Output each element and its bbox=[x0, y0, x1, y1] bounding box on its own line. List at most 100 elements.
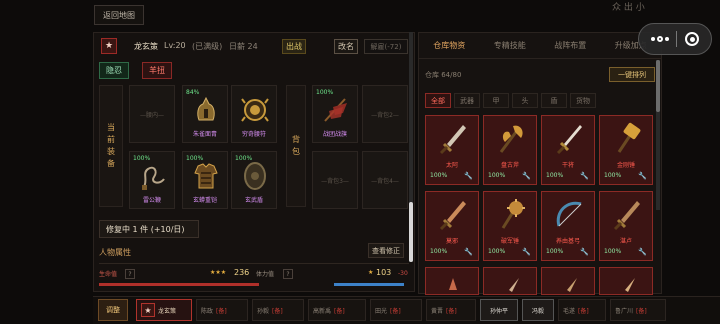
warehouse-item[interactable]: 破军锤 100% 🔧 bbox=[483, 191, 537, 261]
hero-header: ★ 龙玄策 Lv:20 (已满级) 日薪 24 出战 改名 解雇(-72) bbox=[94, 33, 414, 59]
roster-hero[interactable]: 陈政 [备] bbox=[196, 299, 248, 321]
wrench-icon[interactable]: 🔧 bbox=[464, 172, 473, 180]
equip-label-char: 当 bbox=[107, 123, 115, 132]
bow-icon bbox=[556, 201, 582, 227]
equip-slot-weapon[interactable]: 100% 雷公鞭 bbox=[129, 151, 175, 209]
stamina-bar bbox=[334, 283, 404, 286]
warehouse-panel: 仓库物资 专精技能 战阵布置 升级加点 仓库 64/80 一键排列 全部 武器 … bbox=[418, 32, 662, 295]
equip-label-char: 装 bbox=[107, 147, 115, 156]
roster-hero[interactable]: 田光 [备] bbox=[370, 299, 422, 321]
auto-sort-button[interactable]: 一键排列 bbox=[609, 67, 655, 82]
warehouse-tabs: 仓库物资 专精技能 战阵布置 升级加点 bbox=[419, 33, 661, 59]
reserve-tag: [备] bbox=[272, 307, 283, 315]
roster-hero[interactable]: 孙仲平 bbox=[480, 299, 518, 321]
rename-button[interactable]: 改名 bbox=[334, 39, 358, 54]
trait-hide-tag[interactable]: 隐忍 bbox=[99, 62, 129, 79]
roster-hero[interactable]: 冯毅 bbox=[522, 299, 554, 321]
item-name: 莫邪 bbox=[445, 238, 458, 245]
attributes-title: 人物属性 bbox=[99, 248, 131, 257]
roster-hero[interactable]: 高新禹 [备] bbox=[308, 299, 366, 321]
scroll-thumb[interactable] bbox=[656, 60, 660, 112]
sword-icon bbox=[439, 125, 466, 155]
axe-icon bbox=[499, 125, 523, 153]
roster-hero[interactable]: 鲁广川 [备] bbox=[610, 299, 666, 321]
filter-weapon[interactable]: 武器 bbox=[454, 93, 480, 108]
warehouse-item[interactable]: 湛卢 100% 🔧 bbox=[599, 191, 653, 261]
warehouse-item[interactable]: 太阿 100% 🔧 bbox=[425, 115, 479, 185]
stamina-modifier: -30 bbox=[398, 270, 408, 277]
roster-hero-name: 黄晋 bbox=[431, 307, 444, 315]
warehouse-item[interactable]: 盘古斧 100% 🔧 bbox=[483, 115, 537, 185]
wrench-icon[interactable]: 🔧 bbox=[522, 248, 531, 256]
warehouse-item[interactable]: 干将 100% 🔧 bbox=[541, 115, 595, 185]
hp-label: 生命值 bbox=[99, 271, 118, 278]
warehouse-item[interactable] bbox=[599, 267, 653, 295]
equip-slot-helmet[interactable]: 84% 朱雀面胄 bbox=[182, 85, 228, 143]
warehouse-item[interactable]: 金刚锤 100% 🔧 bbox=[599, 115, 653, 185]
tab-warehouse[interactable]: 仓库物资 bbox=[419, 33, 480, 58]
roster-hero[interactable]: 毛遂 [备] bbox=[558, 299, 606, 321]
filter-armor[interactable]: 甲 bbox=[483, 93, 509, 108]
warehouse-item[interactable]: 莫邪 100% 🔧 bbox=[425, 191, 479, 261]
scroll-thumb[interactable] bbox=[409, 202, 413, 262]
more-icon[interactable] bbox=[650, 36, 669, 42]
item-name: 玄武盾 bbox=[244, 197, 263, 204]
wrench-icon[interactable]: 🔧 bbox=[638, 248, 647, 256]
dismiss-button[interactable]: 解雇(-72) bbox=[364, 39, 408, 54]
equip-slot-shield[interactable]: 100% 玄武盾 bbox=[231, 151, 277, 209]
filter-goods[interactable]: 货物 bbox=[570, 93, 596, 108]
wrench-icon[interactable]: 🔧 bbox=[464, 248, 473, 256]
wrench-icon[interactable]: 🔧 bbox=[580, 172, 589, 180]
roster-hero[interactable]: ★ 龙玄策 bbox=[136, 299, 192, 321]
filter-all[interactable]: 全部 bbox=[425, 93, 451, 108]
pack-label-char: 背 bbox=[292, 135, 300, 144]
left-scrollbar[interactable] bbox=[409, 32, 413, 262]
roster-hero[interactable]: 孙毅 [备] bbox=[252, 299, 304, 321]
helmet-icon bbox=[197, 96, 215, 121]
hero-name: 龙玄策 bbox=[134, 42, 158, 51]
filter-head[interactable]: 头 bbox=[512, 93, 538, 108]
repair-status[interactable]: 修复中 1 件 (+10/日) bbox=[99, 220, 199, 238]
item-name: 玄蟒重铠 bbox=[192, 197, 217, 204]
pack-slot-4[interactable]: —背包4— bbox=[362, 151, 408, 209]
warehouse-item[interactable]: 养由基弓 100% 🔧 bbox=[541, 191, 595, 261]
trait-bind-tag[interactable]: 羊扭 bbox=[142, 62, 172, 79]
stamina-value: 103 bbox=[376, 268, 392, 277]
warehouse-item[interactable] bbox=[425, 267, 479, 295]
close-miniprogram-icon[interactable] bbox=[685, 32, 700, 46]
item-name: 养由基弓 bbox=[555, 238, 580, 245]
wrench-icon[interactable]: 🔧 bbox=[638, 172, 647, 180]
adjust-button[interactable]: 调整 bbox=[98, 299, 128, 321]
warehouse-item[interactable] bbox=[483, 267, 537, 295]
hp-bar bbox=[99, 283, 259, 286]
tab-skills[interactable]: 专精技能 bbox=[480, 33, 541, 58]
roster-hero[interactable]: 黄晋 [备] bbox=[426, 299, 476, 321]
pack-slot-2[interactable]: —背包2— bbox=[362, 85, 408, 143]
war-banner-icon bbox=[324, 98, 347, 122]
equip-slot-waist[interactable]: —腰内— bbox=[129, 85, 175, 143]
item-name: 朱雀面胄 bbox=[192, 131, 217, 138]
durability: 100% bbox=[430, 172, 448, 179]
wrench-icon[interactable]: 🔧 bbox=[522, 172, 531, 180]
sortie-button[interactable]: 出战 bbox=[282, 39, 306, 54]
pack-slot-3[interactable]: —背包3— bbox=[312, 151, 358, 209]
stamina-help-icon[interactable]: ? bbox=[283, 269, 293, 279]
hero-salary: 日薪 24 bbox=[229, 42, 258, 51]
durability: 100% bbox=[604, 248, 622, 255]
wrench-icon[interactable]: 🔧 bbox=[580, 248, 589, 256]
equip-slot-talisman[interactable]: 穷奇腰符 bbox=[231, 85, 277, 143]
roster-hero-name: 冯毅 bbox=[531, 307, 544, 315]
pack-slot-1[interactable]: 100% 战团战旗 bbox=[312, 85, 358, 143]
tab-formation[interactable]: 战阵布置 bbox=[540, 33, 601, 58]
equip-slot-armor[interactable]: 100% 玄蟒重铠 bbox=[182, 151, 228, 209]
equip-label-char: 前 bbox=[107, 135, 115, 144]
divider bbox=[99, 263, 409, 264]
right-scrollbar[interactable] bbox=[656, 60, 660, 210]
back-to-map-button[interactable]: 返回地图 bbox=[94, 5, 144, 25]
view-modifiers-button[interactable]: 查看修正 bbox=[368, 243, 404, 258]
hp-help-icon[interactable]: ? bbox=[125, 269, 135, 279]
roster-hero-name: 孙毅 bbox=[257, 307, 270, 315]
filter-shield[interactable]: 盾 bbox=[541, 93, 567, 108]
title-hint: 众 出 小 bbox=[612, 3, 645, 13]
warehouse-item[interactable] bbox=[541, 267, 595, 295]
